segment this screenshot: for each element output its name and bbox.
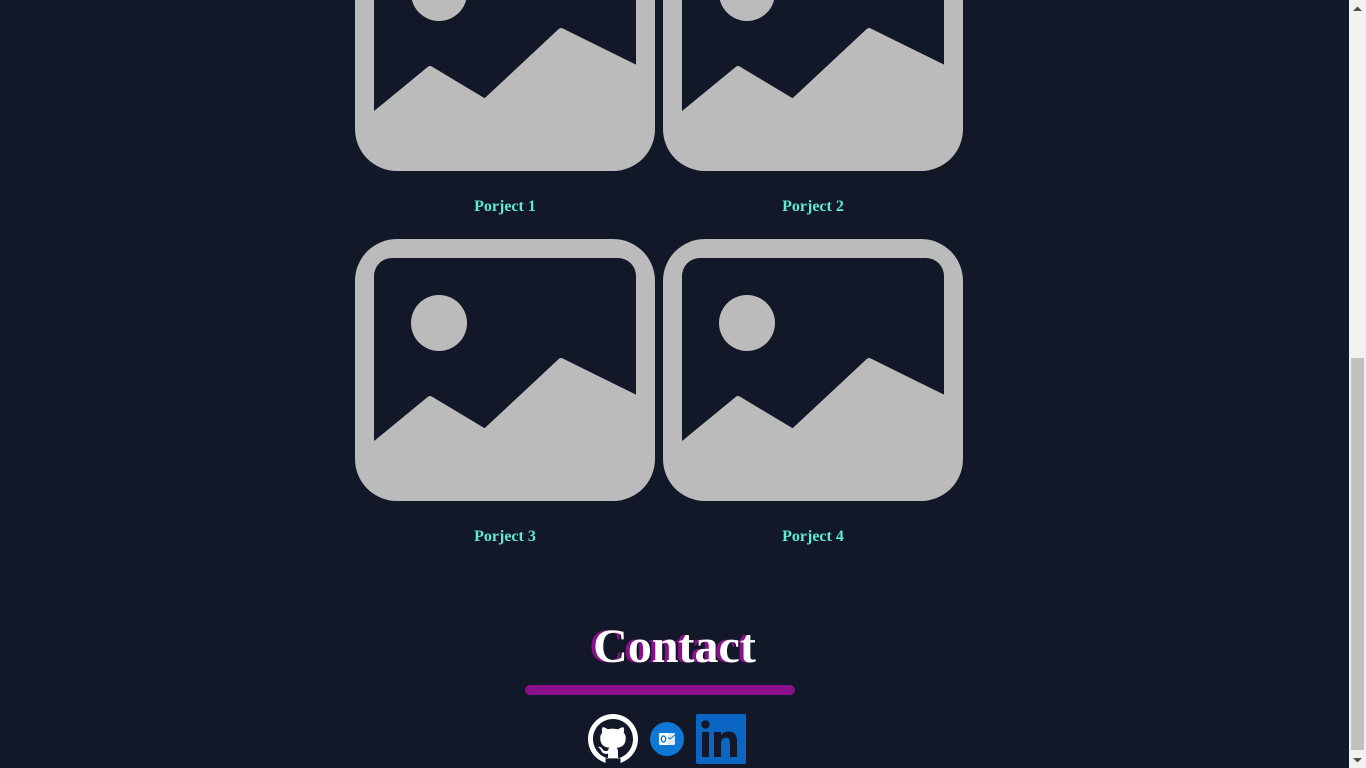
scrollbar-thumb[interactable]	[1351, 358, 1364, 750]
project-title[interactable]: Porject 2	[663, 198, 963, 216]
github-link[interactable]	[588, 714, 638, 764]
vertical-scrollbar[interactable]	[1349, 0, 1366, 768]
linkedin-link[interactable]	[696, 714, 746, 764]
image-placeholder-icon[interactable]	[663, 239, 963, 501]
project-title[interactable]: Porject 1	[355, 198, 655, 216]
heading-underline	[525, 685, 795, 695]
scroll-down-arrow-icon[interactable]	[1349, 751, 1366, 768]
image-placeholder-icon[interactable]	[355, 0, 655, 171]
image-placeholder-icon[interactable]	[355, 239, 655, 501]
outlook-icon	[650, 722, 684, 756]
portfolio-page: Porject 1 Porject 2 Porject 3 Porject 4 …	[0, 0, 1349, 768]
project-title[interactable]: Porject 4	[663, 528, 963, 546]
contact-heading: Contact	[593, 620, 756, 673]
social-links	[0, 714, 1349, 764]
linkedin-icon	[696, 714, 746, 764]
browser-viewport: Porject 1 Porject 2 Porject 3 Porject 4 …	[0, 0, 1366, 768]
scroll-up-arrow-icon[interactable]	[1349, 0, 1366, 17]
image-placeholder-icon[interactable]	[663, 0, 963, 171]
project-title[interactable]: Porject 3	[355, 528, 655, 546]
outlook-link[interactable]	[650, 722, 684, 756]
github-icon	[588, 714, 638, 764]
